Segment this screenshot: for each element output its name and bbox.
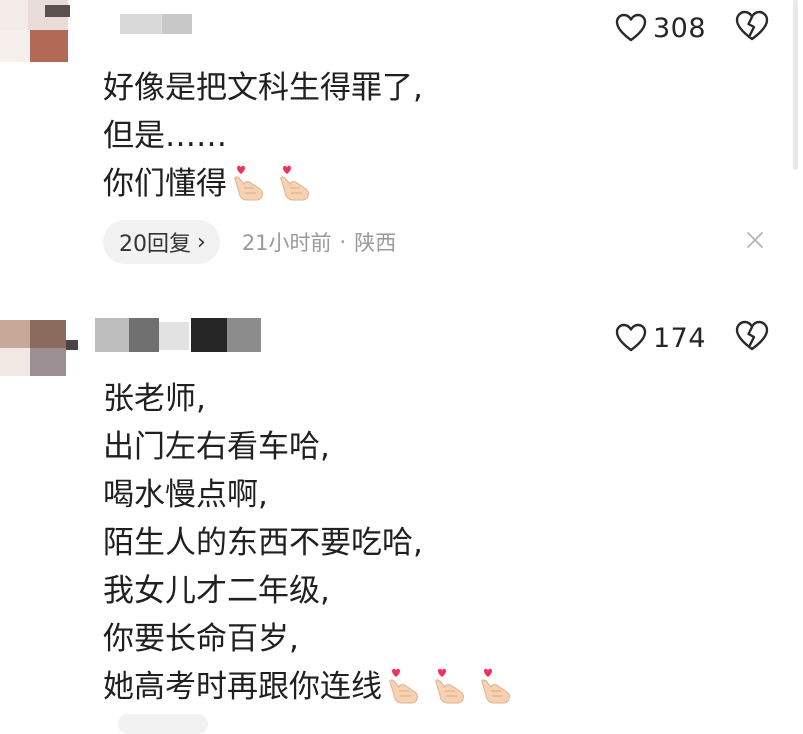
finger-heart-icon bbox=[385, 668, 423, 706]
finger-heart-icon bbox=[477, 668, 515, 706]
broken-heart-icon[interactable] bbox=[735, 320, 769, 352]
chevron-right-icon: › bbox=[197, 229, 206, 255]
comment-2: 174 张老师, 出门左右看车哈, 喝水慢点啊, 陌生人的东西不要吃哈, 我女儿… bbox=[0, 290, 803, 722]
comment-line: 好像是把文科生得罪了, bbox=[103, 70, 423, 106]
comment-line: 她高考时再跟你连线 bbox=[103, 663, 515, 711]
heart-outline-icon bbox=[615, 13, 647, 43]
comment-text: 张老师, 出门左右看车哈, 喝水慢点啊, 陌生人的东西不要吃哈, 我女儿才二年级… bbox=[103, 375, 515, 711]
avatar[interactable] bbox=[0, 0, 80, 62]
comment-text: 好像是把文科生得罪了, 但是…… 你们懂得 bbox=[103, 64, 423, 208]
heart-outline-icon bbox=[615, 323, 647, 353]
timestamp: 21小时前 bbox=[241, 231, 332, 255]
finger-heart-icon bbox=[276, 165, 314, 203]
broken-heart-icon[interactable] bbox=[735, 10, 769, 42]
close-icon[interactable] bbox=[745, 230, 765, 254]
finger-heart-icon bbox=[230, 165, 268, 203]
avatar[interactable] bbox=[0, 320, 80, 376]
comment-line: 我女儿才二年级, bbox=[103, 573, 330, 609]
comment-line: 出门左右看车哈, bbox=[103, 429, 330, 465]
comment-line: 喝水慢点啊, bbox=[103, 477, 268, 513]
comment-line: 你要长命百岁, bbox=[103, 621, 299, 657]
comment-meta: 20回复 › 21小时前 · 陕西 bbox=[103, 220, 396, 264]
like-button[interactable]: 308 bbox=[615, 8, 706, 48]
comment-line: 但是…… bbox=[103, 118, 227, 154]
comment-1: 308 好像是把文科生得罪了, 但是…… 你们懂得 20回复 › 21小时前 ·… bbox=[0, 0, 803, 290]
like-count: 308 bbox=[653, 12, 707, 44]
view-replies-button[interactable]: 20回复 › bbox=[103, 220, 220, 264]
like-button[interactable]: 174 bbox=[615, 318, 706, 358]
reply-count-label: 20回复 bbox=[119, 232, 191, 257]
username-masked[interactable] bbox=[95, 318, 265, 352]
like-count: 174 bbox=[653, 322, 707, 354]
view-replies-button-partial[interactable] bbox=[118, 714, 208, 734]
finger-heart-icon bbox=[431, 668, 469, 706]
location: 陕西 bbox=[354, 231, 397, 255]
username-masked[interactable] bbox=[120, 10, 200, 38]
comment-line: 张老师, bbox=[103, 381, 206, 417]
comment-line: 你们懂得 bbox=[103, 160, 423, 208]
separator: · bbox=[339, 230, 347, 254]
comment-line: 陌生人的东西不要吃哈, bbox=[103, 525, 423, 561]
scrollbar[interactable] bbox=[793, 0, 798, 170]
